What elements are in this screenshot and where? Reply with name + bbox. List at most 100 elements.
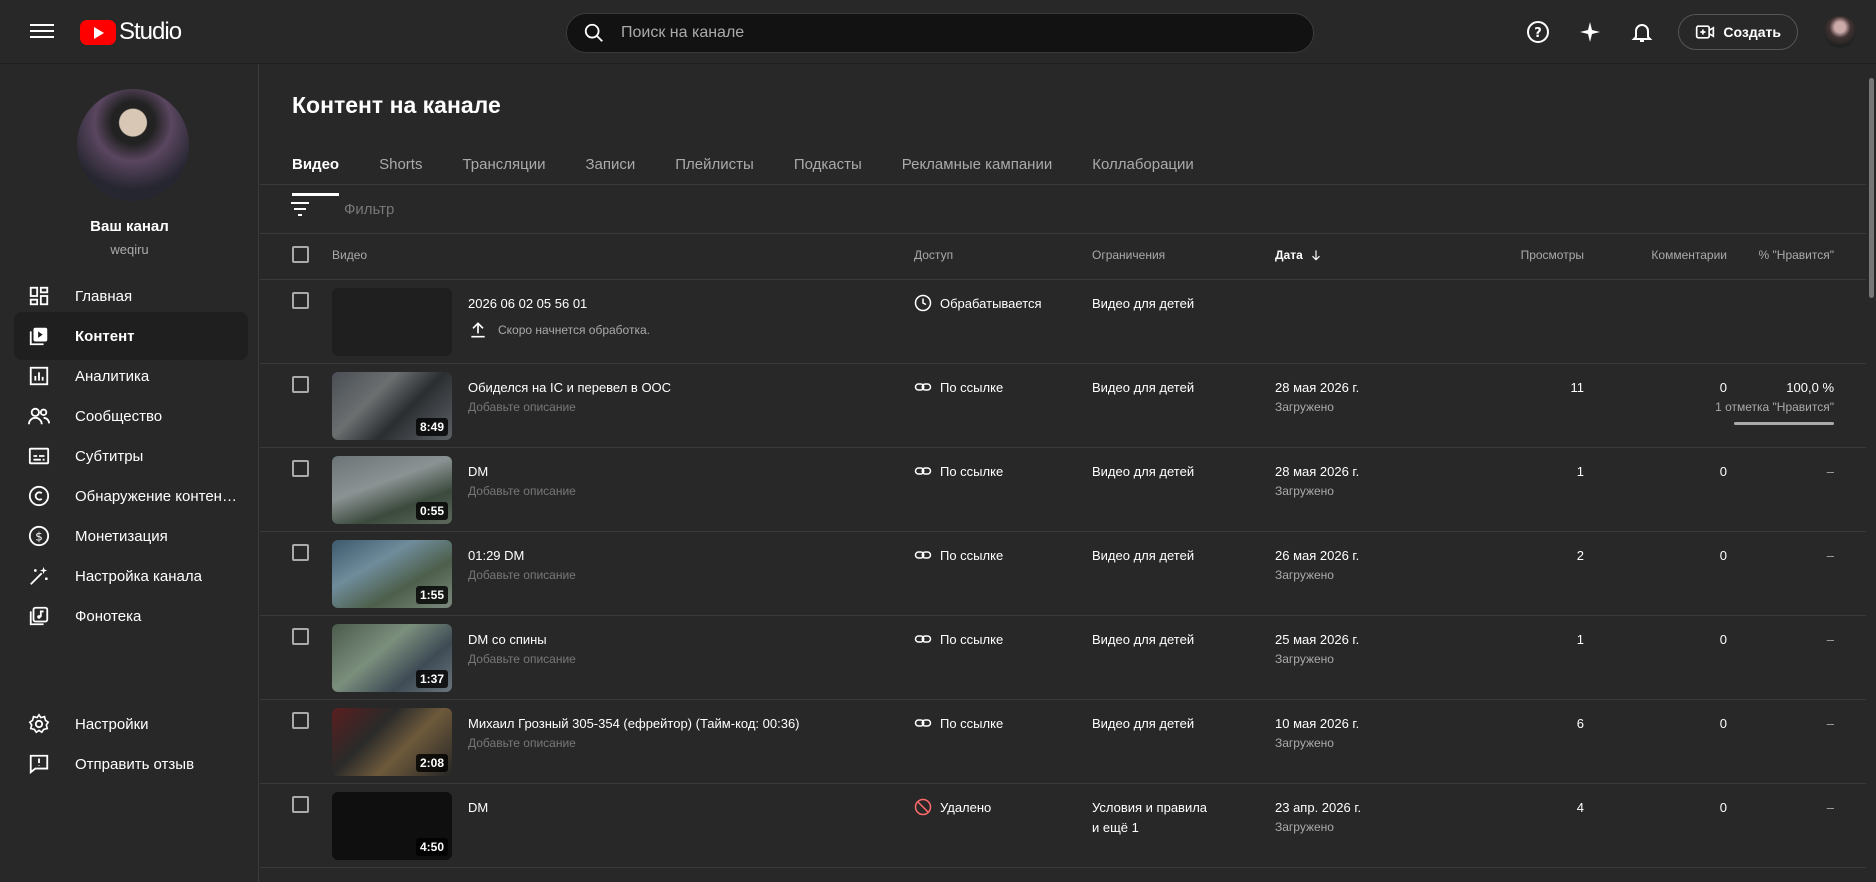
video-title[interactable]: 2026 06 02 05 56 01 [468, 296, 587, 311]
access-label: По ссылке [940, 379, 1004, 395]
row-checkbox[interactable] [292, 292, 309, 309]
sidebar-item-audio-library[interactable]: Фонотека [14, 592, 248, 640]
scrollbar[interactable] [1866, 64, 1876, 882]
table-row[interactable]: 2026 06 02 05 56 01 Скоро начнется обрабо… [260, 280, 1866, 364]
restriction-cell[interactable]: Условия и правила и ещё 1 [1092, 798, 1207, 838]
comments-count: 0 [1719, 548, 1727, 563]
row-checkbox[interactable] [292, 544, 309, 561]
date-cell: 26 мая 2026 г. Загружено [1275, 548, 1359, 582]
video-description[interactable]: Добавьте описание [468, 484, 576, 498]
filter-icon[interactable] [288, 197, 312, 221]
column-comments[interactable]: Комментарии [1651, 248, 1727, 262]
restriction-label: Видео для детей [1092, 548, 1195, 563]
restriction-cell[interactable]: Видео для детей [1092, 714, 1194, 734]
views-count: 11 [1570, 380, 1585, 395]
video-thumbnail[interactable] [332, 288, 452, 356]
restriction-cell[interactable]: Видео для детей [1092, 462, 1194, 482]
likes-percent: – [1826, 464, 1834, 479]
video-title[interactable]: Обиделся на IC и перевел в ООС [468, 380, 671, 395]
notifications-bell-icon[interactable] [1622, 12, 1662, 52]
column-access[interactable]: Доступ [914, 248, 953, 262]
menu-icon[interactable] [28, 20, 56, 44]
table-row[interactable]: 8:49 Обиделся на IC и перевел в ООС Добавь… [260, 364, 1866, 448]
select-all-checkbox[interactable] [292, 246, 309, 263]
studio-label: Studio [119, 18, 182, 45]
date-value: 10 мая 2026 г. [1275, 716, 1360, 731]
video-thumbnail[interactable]: 8:49 [332, 372, 452, 440]
video-title[interactable]: Михаил Грозный 305-354 (ефрейтор) (Тайм-… [468, 716, 800, 731]
video-title[interactable]: DM [468, 464, 488, 479]
restriction-label: Видео для детей [1092, 716, 1195, 731]
feedback-icon [27, 752, 51, 776]
sparkle-icon[interactable] [1570, 12, 1610, 52]
date-value: 28 мая 2026 г. [1275, 380, 1360, 395]
table-row[interactable]: 1:37 DM со спины Добавьте описание По ссылк… [260, 616, 1866, 700]
channel-avatar[interactable] [77, 89, 189, 201]
video-thumbnail[interactable]: 2:08 [332, 708, 452, 776]
access-status[interactable]: По ссылке [914, 546, 1003, 564]
access-status[interactable]: По ссылке [914, 714, 1003, 732]
access-status[interactable]: По ссылке [914, 378, 1003, 396]
sidebar-item-label: Аналитика [75, 367, 150, 385]
restriction-cell[interactable]: Видео для детей [1092, 378, 1194, 398]
row-checkbox[interactable] [292, 460, 309, 477]
row-checkbox[interactable] [292, 628, 309, 645]
customization-icon [27, 564, 51, 588]
video-description[interactable]: Добавьте описание [468, 568, 576, 582]
copyright-icon [27, 484, 51, 508]
video-title[interactable]: DM со спины [468, 632, 547, 647]
video-thumbnail[interactable]: 0:55 [332, 456, 452, 524]
processing-status: Скоро начнется обработка. [468, 320, 650, 340]
row-checkbox[interactable] [292, 796, 309, 813]
filter-input[interactable] [344, 200, 543, 218]
column-restrictions[interactable]: Ограничения [1092, 248, 1165, 262]
column-likes[interactable]: % "Нравится" [1759, 248, 1834, 262]
date-value: 23 апр. 2026 г. [1275, 800, 1362, 815]
video-thumbnail[interactable]: 1:37 [332, 624, 452, 692]
monetization-icon: $ [27, 524, 51, 548]
youtube-studio-logo[interactable]: Studio [80, 18, 182, 46]
sidebar: Ваш канал weqiru Главная Контент Аналитика… [0, 64, 259, 882]
sidebar-item-feedback[interactable]: Отправить отзыв [14, 740, 248, 788]
column-date[interactable]: Дата [1275, 248, 1323, 262]
row-checkbox[interactable] [292, 712, 309, 729]
views-count: 4 [1576, 800, 1584, 815]
access-status[interactable]: По ссылке [914, 462, 1003, 480]
date-cell: 25 мая 2026 г. Загружено [1275, 632, 1359, 666]
row-checkbox[interactable] [292, 376, 309, 393]
search-bar[interactable] [566, 13, 1314, 53]
video-thumbnail[interactable]: 1:55 [332, 540, 452, 608]
date-status: Загружено [1275, 484, 1334, 498]
create-button[interactable]: Создать [1678, 14, 1798, 50]
video-thumbnail[interactable]: 4:50 [332, 792, 452, 860]
table-row[interactable]: 1:55 01:29 DM Добавьте описание По ссылке Ви… [260, 532, 1866, 616]
account-avatar[interactable] [1824, 16, 1856, 48]
table-row[interactable]: 0:55 DM Добавьте описание По ссылке Видео дл… [260, 448, 1866, 532]
upload-icon [471, 322, 485, 338]
table-row[interactable]: 4:50 DM Удалено Условия и правила и ещё 1 23 … [260, 784, 1866, 868]
video-description[interactable]: Добавьте описание [468, 736, 576, 750]
search-input[interactable] [621, 24, 1261, 42]
restriction-cell[interactable]: Видео для детей [1092, 294, 1194, 314]
help-icon[interactable]: ? [1518, 12, 1558, 52]
likes-percent: – [1826, 548, 1834, 563]
video-title[interactable]: DM [468, 800, 488, 815]
restriction-cell[interactable]: Видео для детей [1092, 546, 1194, 566]
access-status[interactable]: Удалено [914, 798, 991, 816]
restriction-label: Условия и правила [1092, 800, 1208, 815]
sidebar-item-label: Сообщество [75, 407, 163, 425]
link-icon [914, 546, 932, 564]
sidebar-item-label: Настройка канала [75, 567, 202, 585]
scrollbar-thumb[interactable] [1869, 78, 1874, 298]
access-status[interactable]: Обрабатывается [914, 294, 1042, 312]
table-row[interactable]: 2:08 Михаил Грозный 305-354 (ефрейтор) (Т… [260, 700, 1866, 784]
video-title[interactable]: 01:29 DM [468, 548, 524, 563]
video-description[interactable]: Добавьте описание [468, 400, 576, 414]
access-label: Обрабатывается [940, 295, 1042, 311]
views-count: 2 [1576, 548, 1584, 563]
channel-title[interactable]: Ваш канал [0, 218, 259, 235]
video-description[interactable]: Добавьте описание [468, 652, 576, 666]
access-status[interactable]: По ссылке [914, 630, 1003, 648]
column-views[interactable]: Просмотры [1521, 248, 1584, 262]
restriction-cell[interactable]: Видео для детей [1092, 630, 1194, 650]
